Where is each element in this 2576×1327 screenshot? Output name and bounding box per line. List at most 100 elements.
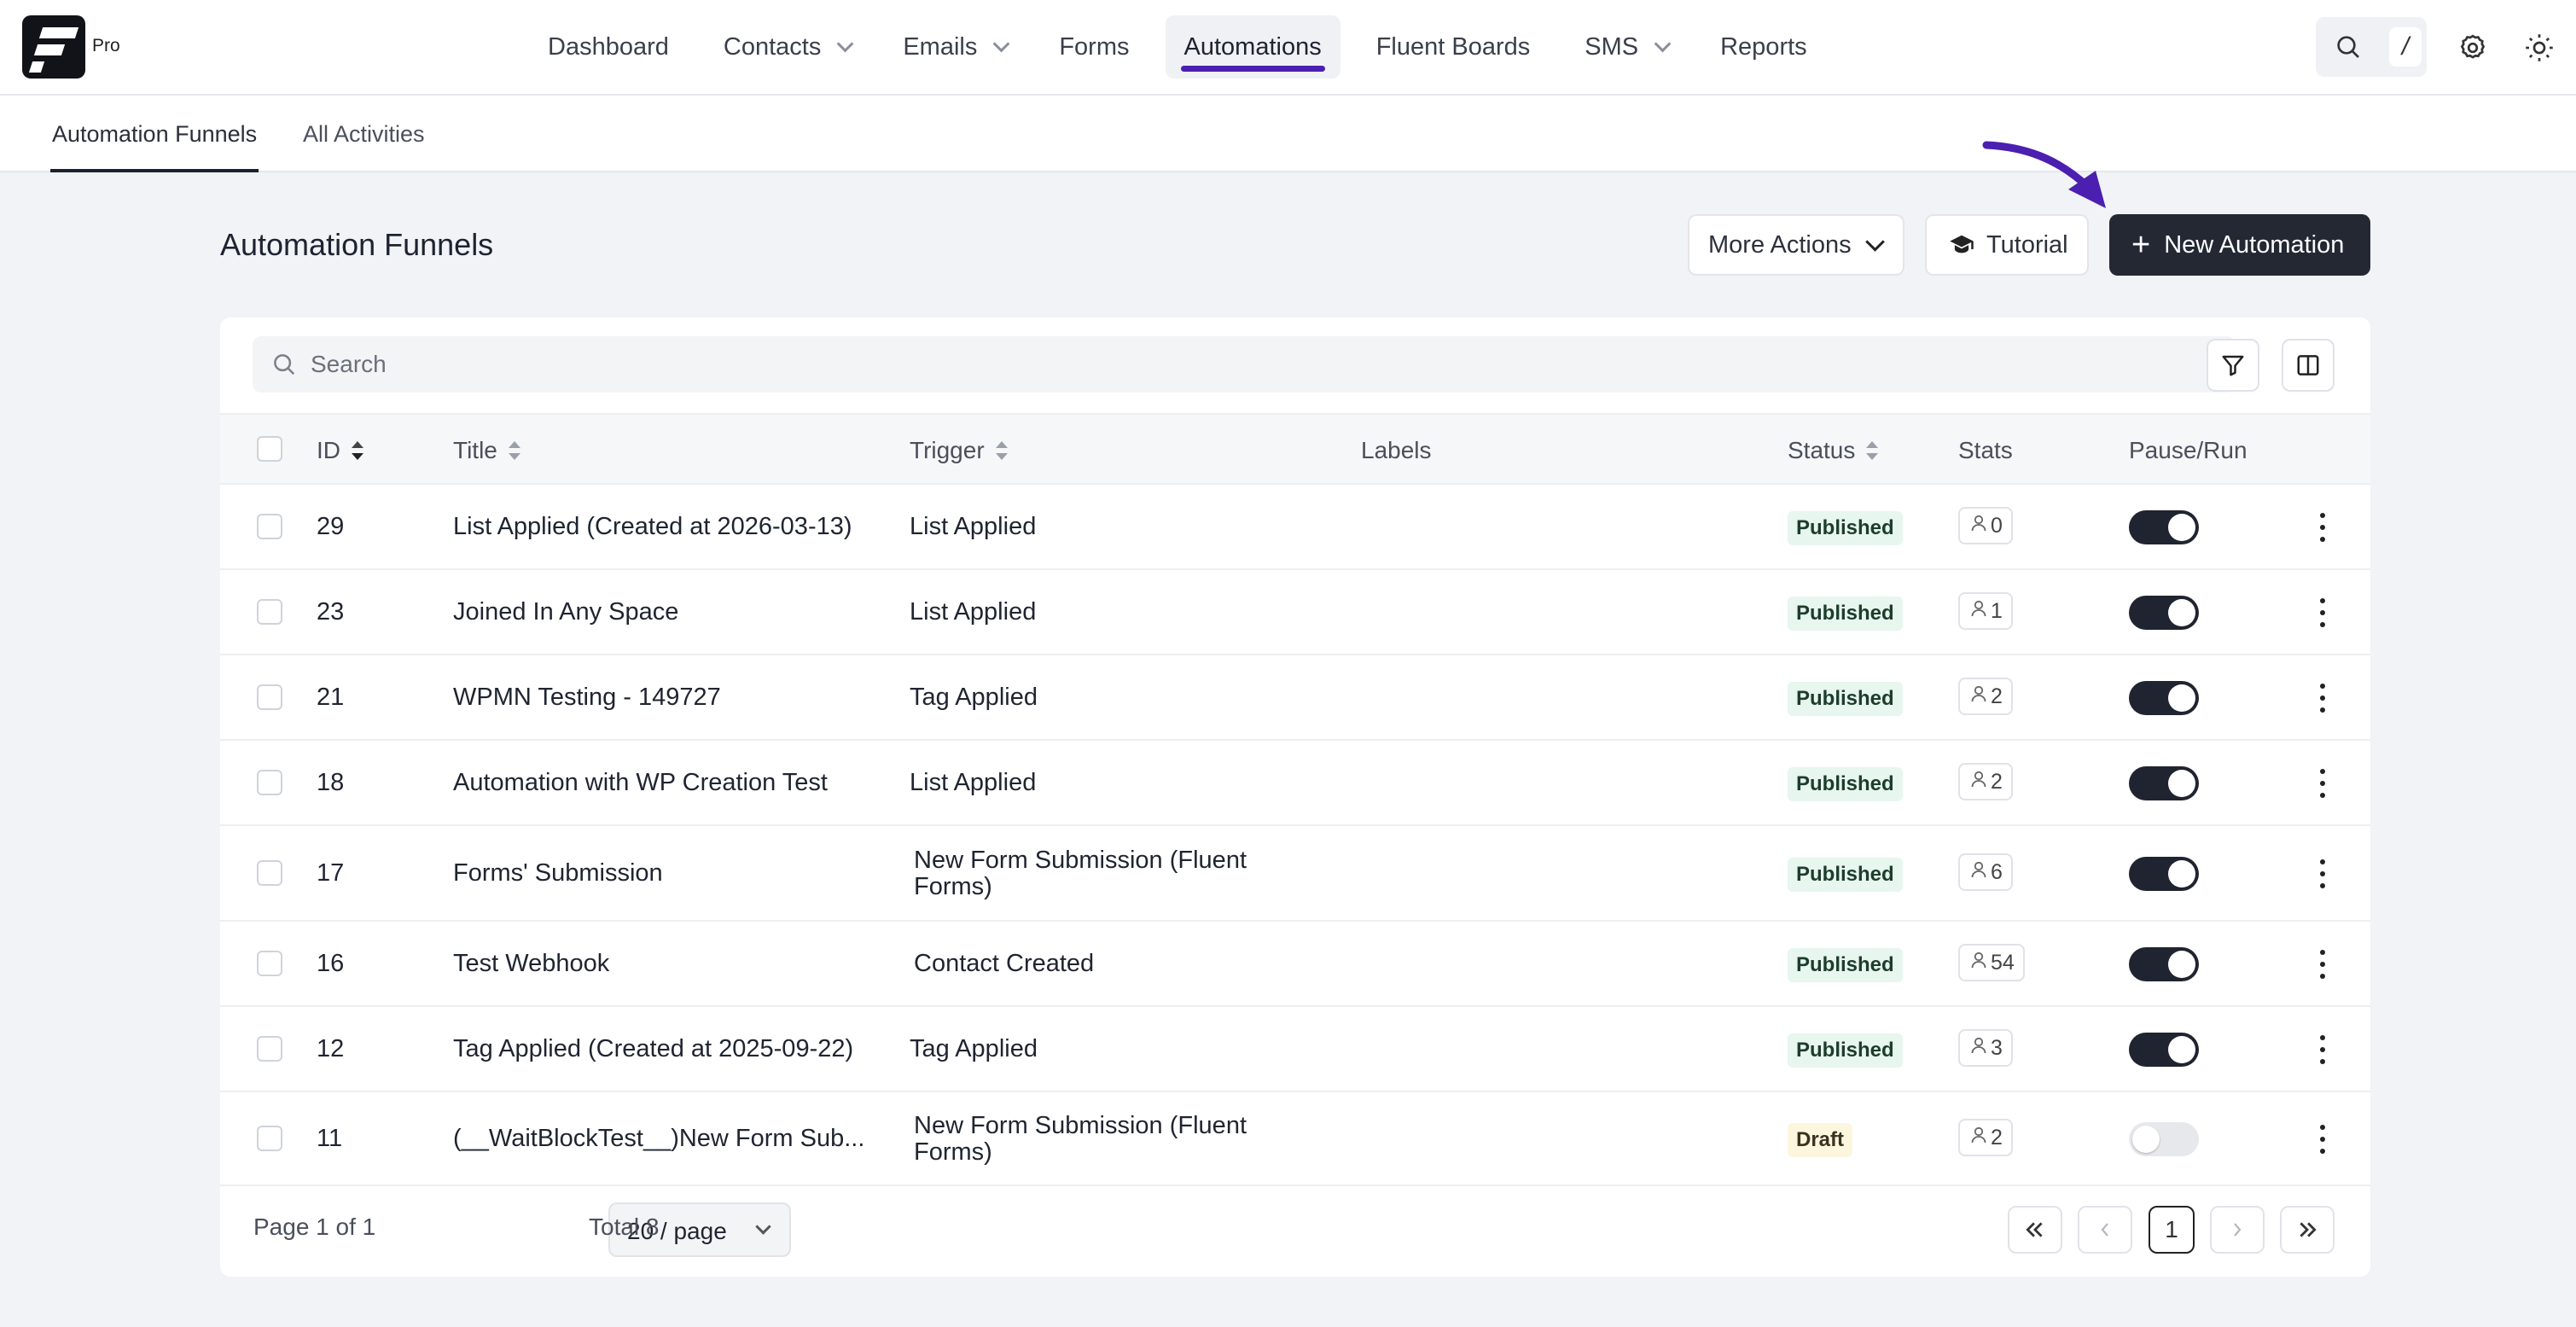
table-row[interactable]: 29 List Applied (Created at 2026-03-13) … [220,485,2370,570]
nav-fluent-boards[interactable]: Fluent Boards [1358,15,1550,79]
table-row[interactable]: 21 WPMN Testing - 149727 Tag Applied Pub… [220,655,2370,741]
sort-icon [508,441,521,460]
column-header-status[interactable]: Status [1788,437,1879,464]
stats-count: 6 [1991,859,2003,884]
automation-trigger: Tag Applied [910,684,1038,711]
row-checkbox[interactable] [257,951,282,976]
next-page-button[interactable] [2210,1206,2265,1254]
fluentcrm-logo[interactable] [22,15,85,79]
column-header-stats: Stats [1958,437,2013,464]
table-row[interactable]: 16 Test Webhook Contact Created Publishe… [220,922,2370,1007]
automation-trigger-line1: List Applied [910,513,1037,540]
pause-run-toggle[interactable] [2129,766,2199,800]
last-page-button[interactable] [2280,1206,2335,1254]
pause-run-toggle[interactable] [2129,510,2199,544]
nav-contacts[interactable]: Contacts [705,15,867,79]
stats-badge[interactable]: 2 [1958,763,2013,800]
callout-arrow-icon [1982,141,2106,208]
search-input[interactable] [253,336,2236,393]
global-search-button[interactable]: / [2316,17,2427,77]
automation-title[interactable]: Automation with WP Creation Test [453,770,828,796]
nav-dashboard[interactable]: Dashboard [529,15,688,79]
gear-icon[interactable] [2457,32,2488,63]
row-actions-kebab-icon[interactable] [2312,766,2333,800]
sub-tabs-bar: Automation Funnels All Activities [0,96,2576,172]
automation-title[interactable]: Tag Applied (Created at 2025-09-22) [453,1036,853,1062]
row-actions-kebab-icon[interactable] [2312,510,2333,544]
automation-title[interactable]: List Applied (Created at 2026-03-13) [453,514,852,540]
user-icon [1970,1036,1991,1061]
row-checkbox[interactable] [257,1126,282,1151]
nav-reports[interactable]: Reports [1701,15,1826,79]
stats-badge[interactable]: 54 [1958,944,2025,981]
automation-title[interactable]: WPMN Testing - 149727 [453,684,721,711]
row-actions-kebab-icon[interactable] [2312,596,2333,630]
column-header-id[interactable]: ID [317,437,364,464]
stats-badge[interactable]: 0 [1958,507,2013,544]
automation-title[interactable]: Test Webhook [453,951,609,977]
sort-icon [351,441,364,460]
page-1-button[interactable]: 1 [2149,1206,2195,1254]
stats-badge[interactable]: 1 [1958,592,2013,630]
automation-trigger: List Applied [910,599,1036,626]
nav-sms-label: SMS [1585,32,1639,61]
filter-button[interactable] [2207,339,2259,392]
first-page-button[interactable] [2008,1206,2062,1254]
page-info: Page 1 of 1 [253,1214,376,1240]
stats-badge[interactable]: 2 [1958,678,2013,715]
columns-toggle-button[interactable] [2282,339,2335,392]
table-row[interactable]: 23 Joined In Any Space List Applied Publ… [220,570,2370,655]
row-checkbox[interactable] [257,860,282,886]
more-actions-button[interactable]: More Actions [1688,214,1904,276]
pause-run-toggle[interactable] [2129,596,2199,630]
nav-contacts-label: Contacts [723,32,822,61]
table-row[interactable]: 12 Tag Applied (Created at 2025-09-22) T… [220,1007,2370,1092]
pause-run-toggle[interactable] [2129,947,2199,981]
search-shortcut-key: / [2389,27,2422,67]
table-row[interactable]: 11 (__WaitBlockTest__)New Form Sub... Ne… [220,1092,2370,1186]
nav-forms[interactable]: Forms [1040,15,1148,79]
pause-run-toggle[interactable] [2129,1033,2199,1067]
new-automation-button[interactable]: + New Automation [2109,214,2370,276]
row-actions-kebab-icon[interactable] [2312,857,2333,891]
automation-trigger-line1: New Form Submission (Fluent [914,1112,1247,1139]
automation-title[interactable]: Joined In Any Space [453,599,678,626]
row-actions-kebab-icon[interactable] [2312,1033,2333,1067]
table-row[interactable]: 18 Automation with WP Creation Test List… [220,741,2370,826]
column-header-title[interactable]: Title [453,437,521,464]
stats-badge[interactable]: 6 [1958,853,2013,891]
automation-title[interactable]: Forms' Submission [453,860,663,887]
previous-page-button[interactable] [2078,1206,2132,1254]
row-checkbox[interactable] [257,770,282,795]
stats-badge[interactable]: 2 [1958,1119,2013,1156]
tab-automation-funnels[interactable]: Automation Funnels [49,121,259,172]
pause-run-toggle[interactable] [2129,681,2199,715]
nav-reports-label: Reports [1720,32,1807,61]
main-nav: Dashboard Contacts Emails Forms Automati… [529,15,1843,79]
row-checkbox[interactable] [257,1036,282,1062]
row-actions-kebab-icon[interactable] [2312,681,2333,715]
row-actions-kebab-icon[interactable] [2312,1122,2333,1156]
row-checkbox[interactable] [257,599,282,625]
row-checkbox[interactable] [257,514,282,539]
pause-run-toggle[interactable] [2129,857,2199,891]
select-all-checkbox[interactable] [257,436,282,462]
row-checkbox[interactable] [257,684,282,710]
row-actions-kebab-icon[interactable] [2312,947,2333,981]
table-row[interactable]: 17 Forms' Submission New Form Submission… [220,826,2370,922]
column-header-trigger[interactable]: Trigger [910,437,1009,464]
logo-suffix: Pro [92,36,120,55]
user-icon [1970,860,1991,885]
theme-toggle-sun-icon[interactable] [2524,32,2555,63]
tutorial-button[interactable]: Tutorial [1925,214,2089,276]
automation-trigger-line1: Tag Applied [910,684,1038,711]
stats-badge[interactable]: 3 [1958,1029,2013,1067]
user-icon [1970,951,1991,975]
nav-automations[interactable]: Automations [1165,15,1340,79]
column-trigger-label: Trigger [910,437,985,463]
tab-all-activities[interactable]: All Activities [303,121,425,148]
pause-run-toggle[interactable] [2129,1122,2199,1156]
nav-emails[interactable]: Emails [884,15,1023,79]
nav-sms[interactable]: SMS [1566,15,1684,79]
automation-title[interactable]: (__WaitBlockTest__)New Form Sub... [453,1126,864,1152]
